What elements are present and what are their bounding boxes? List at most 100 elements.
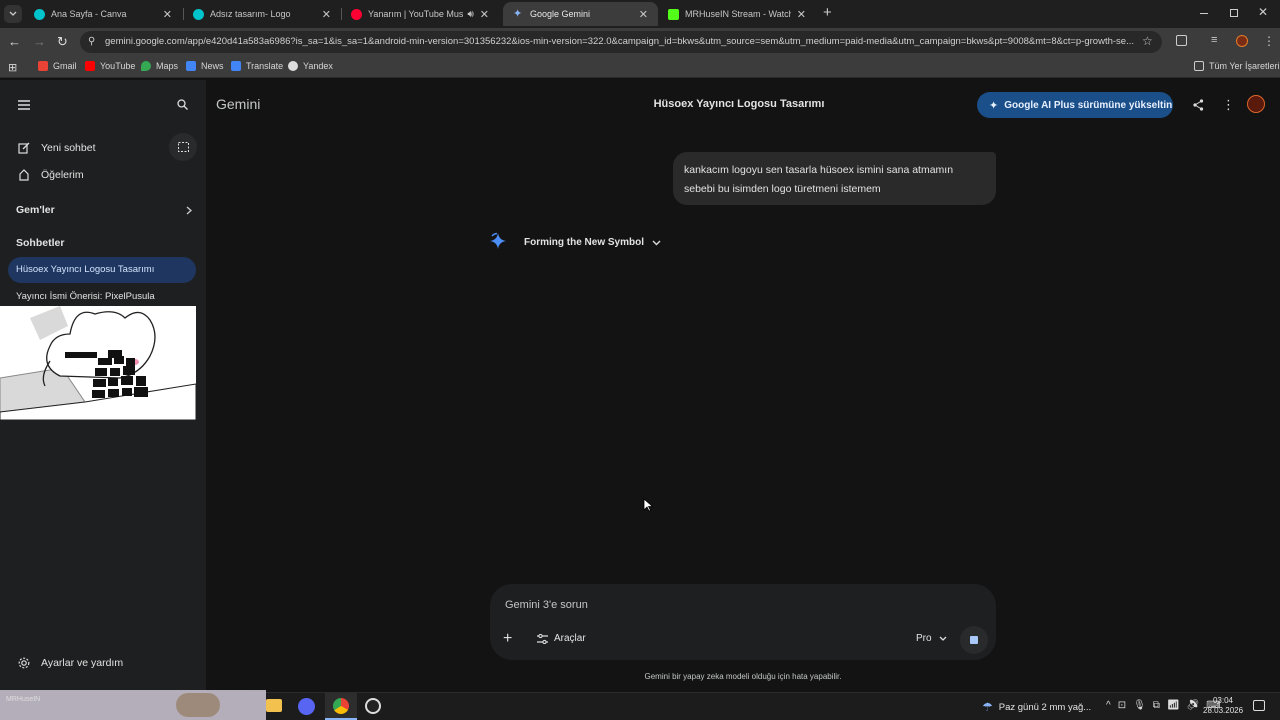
my-stuff-button[interactable]: Öğelerim: [18, 167, 168, 183]
taskbar-obs-icon[interactable]: [365, 698, 381, 714]
taskbar-file-explorer-icon[interactable]: [266, 699, 282, 712]
stream-overlay-banner: MRHuseIN: [0, 690, 266, 720]
bookmark-news[interactable]: News: [186, 61, 224, 71]
tab-google-gemini[interactable]: ✦ Google Gemini ✕: [503, 2, 658, 26]
chevron-right-icon: [186, 206, 192, 214]
new-chat-label: Yeni sohbet: [41, 142, 96, 154]
tab-canva-home[interactable]: Ana Sayfa - Canva ✕: [24, 2, 182, 26]
main-menu-icon[interactable]: [18, 100, 30, 110]
tab-search-button[interactable]: [4, 5, 22, 23]
close-window-button[interactable]: ✕: [1258, 5, 1268, 19]
youtube-music-icon: [351, 8, 362, 20]
my-stuff-label: Öğelerim: [41, 169, 84, 181]
speaker-icon[interactable]: 🔊︎: [467, 9, 473, 20]
gemini-spark-icon: [489, 232, 507, 250]
close-icon[interactable]: ✕: [480, 8, 489, 21]
cat-typing-illustration: [0, 306, 196, 420]
search-icon[interactable]: [177, 99, 188, 110]
new-chat-button[interactable]: Yeni sohbet: [18, 140, 168, 156]
yandex-icon: [288, 61, 298, 71]
conversation-title[interactable]: Hüsoex Yayıncı Logosu Tasarımı: [540, 98, 938, 110]
tab-youtube-music[interactable]: Yanarım | YouTube Music 🔊︎ ✕: [341, 2, 499, 26]
gear-icon: [18, 657, 30, 669]
tab-title: Yanarım | YouTube Music: [368, 9, 464, 19]
upgrade-button[interactable]: ✦ Google AI Plus sürümüne yükseltin: [977, 92, 1173, 118]
share-icon[interactable]: [1193, 99, 1204, 111]
bookmark-star-icon[interactable]: ☆: [1142, 34, 1153, 48]
disclaimer-text: Gemini bir yapay zeka modeli olduğu için…: [644, 672, 842, 681]
stop-generation-button[interactable]: [960, 626, 988, 654]
minimize-button[interactable]: [1200, 13, 1208, 14]
sparkle-icon: ✦: [989, 99, 999, 112]
chat-item-label[interactable]: Hüsoex Yayıncı Logosu Tasarımı: [16, 264, 154, 275]
more-options-icon[interactable]: ⋮: [1222, 97, 1235, 113]
canva-icon: [34, 8, 45, 20]
taskbar-chrome-icon[interactable]: [325, 693, 357, 720]
dashed-square-icon: [177, 142, 189, 152]
chevron-down-icon: [652, 240, 661, 245]
tools-icon: [537, 633, 548, 644]
url-text: gemini.google.com/app/e420d41a583a6986?i…: [105, 36, 1134, 47]
stream-cat-overlay: [0, 306, 196, 420]
folder-icon: [1194, 61, 1204, 71]
gems-section[interactable]: Gem'ler: [16, 202, 192, 218]
close-icon[interactable]: ✕: [163, 8, 172, 21]
stuff-icon: [19, 169, 29, 181]
new-tab-button[interactable]: +: [823, 5, 832, 21]
reload-button[interactable]: ↻: [57, 34, 68, 50]
bookmark-youtube[interactable]: YouTube: [85, 61, 135, 71]
chat-item-label[interactable]: Yayıncı İsmi Önerisi: PixelPusula: [16, 291, 155, 302]
bookmark-translate[interactable]: Translate: [231, 61, 283, 71]
prompt-input[interactable]: Gemini 3'e sorun: [505, 599, 588, 611]
weather-widget[interactable]: ☂ Paz günü 2 mm yağ...: [982, 700, 1091, 714]
back-button[interactable]: ←: [8, 34, 21, 49]
close-icon[interactable]: ✕: [639, 8, 648, 21]
model-selector[interactable]: Pro: [916, 633, 947, 644]
forward-button[interactable]: →: [33, 34, 46, 49]
tab-title: Google Gemini: [530, 9, 591, 19]
gemini-app-name: Gemini: [216, 96, 261, 112]
taskbar-discord-icon[interactable]: [298, 698, 315, 715]
tab-canva-logo[interactable]: Adsız tasarım- Logo ✕: [183, 2, 341, 26]
close-icon[interactable]: ✕: [322, 8, 331, 21]
kick-icon: [668, 8, 679, 20]
temporary-chat-button[interactable]: [169, 133, 197, 161]
user-message-bubble: kankacım logoyu sen tasarla hüsoex ismin…: [673, 152, 996, 205]
weather-text: Paz günü 2 mm yağ...: [998, 701, 1092, 713]
tools-button[interactable]: Araçlar: [537, 633, 586, 644]
prompt-input-box[interactable]: [490, 584, 996, 660]
chats-heading: Sohbetler: [16, 237, 65, 249]
browser-tab-strip: Ana Sayfa - Canva ✕ Adsız tasarım- Logo …: [0, 0, 1280, 28]
all-bookmarks[interactable]: Tüm Yer İşaretleri: [1194, 61, 1280, 71]
close-icon[interactable]: ✕: [797, 8, 806, 21]
model-label: Pro: [916, 633, 932, 644]
bookmark-maps[interactable]: Maps: [141, 61, 178, 71]
youtube-icon: [85, 61, 95, 71]
extensions-icon[interactable]: [1176, 35, 1187, 46]
clock[interactable]: 03:04 28.03.2026: [1203, 696, 1243, 716]
account-avatar[interactable]: [1247, 95, 1265, 113]
settings-help-button[interactable]: Ayarlar ve yardım: [18, 655, 188, 671]
notification-icon[interactable]: [1253, 700, 1265, 711]
maps-icon: [141, 61, 151, 71]
profile-avatar[interactable]: [1236, 35, 1248, 47]
add-attachment-button[interactable]: +: [503, 631, 512, 647]
thinking-status[interactable]: Forming the New Symbol: [524, 237, 661, 248]
gemini-sidebar: Yeni sohbet Öğelerim Gem'ler Sohbetler H…: [0, 80, 206, 692]
tab-kick-stream[interactable]: MRHuseIN Stream - Watch Live ✕: [658, 2, 816, 26]
gmail-icon: [38, 61, 48, 71]
bookmark-yandex[interactable]: Yandex: [288, 61, 333, 71]
apps-icon[interactable]: ⊞: [8, 61, 17, 74]
settings-label: Ayarlar ve yardım: [41, 657, 124, 669]
edit-icon: [18, 142, 30, 154]
chevron-down-icon: [9, 11, 17, 16]
site-info-icon[interactable]: ⚲: [88, 36, 95, 47]
bookmark-gmail[interactable]: Gmail: [38, 61, 77, 71]
media-control-icon[interactable]: ≡: [1211, 34, 1217, 46]
restore-button[interactable]: [1230, 9, 1238, 17]
browser-menu-icon[interactable]: ⋮: [1263, 34, 1275, 48]
tab-title: Adsız tasarım- Logo: [210, 9, 291, 19]
canva-icon: [193, 8, 204, 20]
translate-icon: [231, 61, 241, 71]
upgrade-label: Google AI Plus sürümüne yükseltin: [1004, 99, 1173, 111]
